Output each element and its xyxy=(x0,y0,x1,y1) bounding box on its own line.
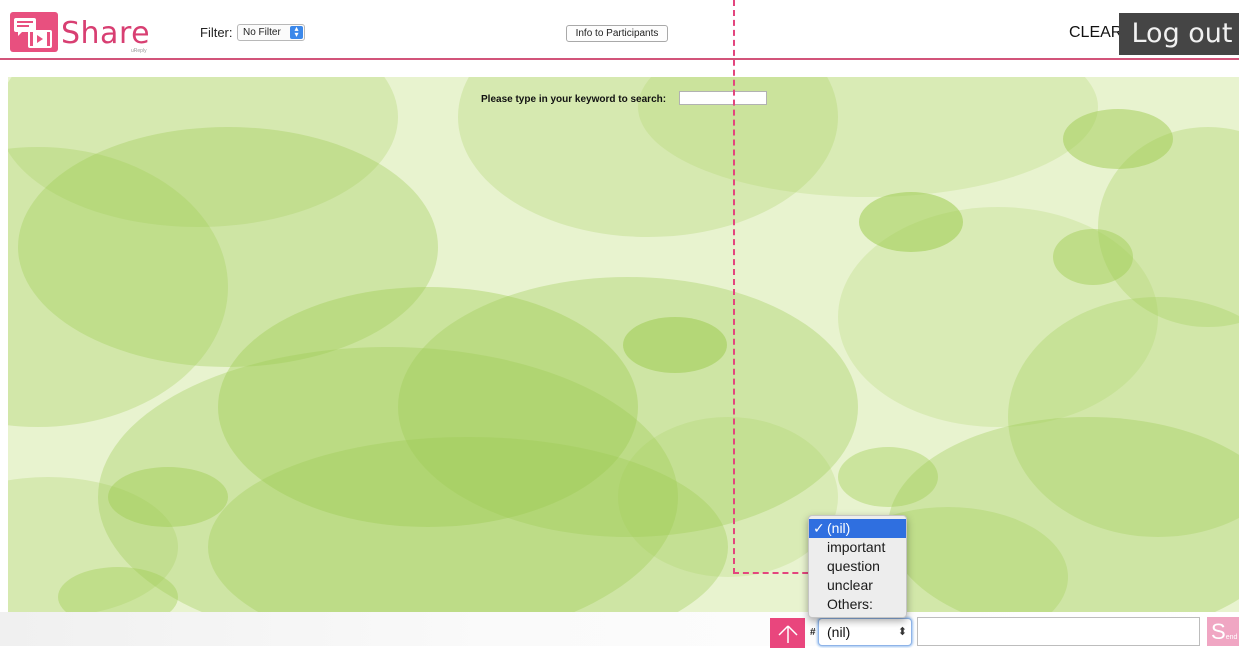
dropdown-item-important[interactable]: important xyxy=(809,538,906,557)
filter-label: Filter: xyxy=(200,25,233,40)
select-arrows-icon: ⬍ xyxy=(897,626,907,638)
select-arrows-icon: ▴ ▾ xyxy=(290,25,303,39)
dropdown-item-label: important xyxy=(827,539,886,555)
dropdown-item-label: (nil) xyxy=(827,520,851,536)
logout-button[interactable]: Log out xyxy=(1119,13,1239,55)
share-logo-icon xyxy=(10,12,58,52)
checkmark-icon: ✓ xyxy=(813,520,825,536)
clear-button[interactable]: CLEAR xyxy=(1069,24,1122,42)
bubble-background xyxy=(8,77,1239,612)
dropdown-item-unclear[interactable]: unclear xyxy=(809,576,906,595)
tag-select[interactable]: (nil) ⬍ xyxy=(818,618,912,646)
filter-select[interactable]: No Filter ▴ ▾ xyxy=(237,24,305,41)
tag-select-value: (nil) xyxy=(827,624,851,640)
filter-select-value: No Filter xyxy=(243,27,281,38)
top-bar: Share uReply Filter: No Filter ▴ ▾ Info t… xyxy=(0,0,1239,60)
send-label: S xyxy=(1211,619,1226,644)
dropdown-item-others[interactable]: Others: xyxy=(809,595,906,614)
dashed-guide-vertical xyxy=(733,0,735,574)
search-label: Please type in your keyword to search: xyxy=(481,94,667,105)
logo-text: Share xyxy=(61,16,151,51)
message-board: Please type in your keyword to search: xyxy=(8,77,1239,612)
dropdown-item-nil[interactable]: ✓ (nil) xyxy=(809,519,906,538)
scroll-up-button[interactable] xyxy=(770,618,805,648)
info-to-participants-button[interactable]: Info to Participants xyxy=(566,25,668,42)
logo-subtext: uReply xyxy=(131,48,147,54)
search-input[interactable] xyxy=(679,91,767,105)
send-button[interactable]: Send xyxy=(1207,617,1239,646)
app-logo[interactable]: Share uReply xyxy=(8,6,163,54)
message-input[interactable] xyxy=(917,617,1200,646)
dropdown-item-label: Others: xyxy=(827,596,873,612)
send-label-rest: end xyxy=(1225,634,1238,641)
hashtag-label: # xyxy=(810,627,816,638)
up-arrow-icon xyxy=(777,620,799,645)
dropdown-item-label: unclear xyxy=(827,577,873,593)
dropdown-item-label: question xyxy=(827,558,880,574)
tag-dropdown-menu: ✓ (nil) important question unclear Other… xyxy=(808,515,907,618)
dropdown-item-question[interactable]: question xyxy=(809,557,906,576)
